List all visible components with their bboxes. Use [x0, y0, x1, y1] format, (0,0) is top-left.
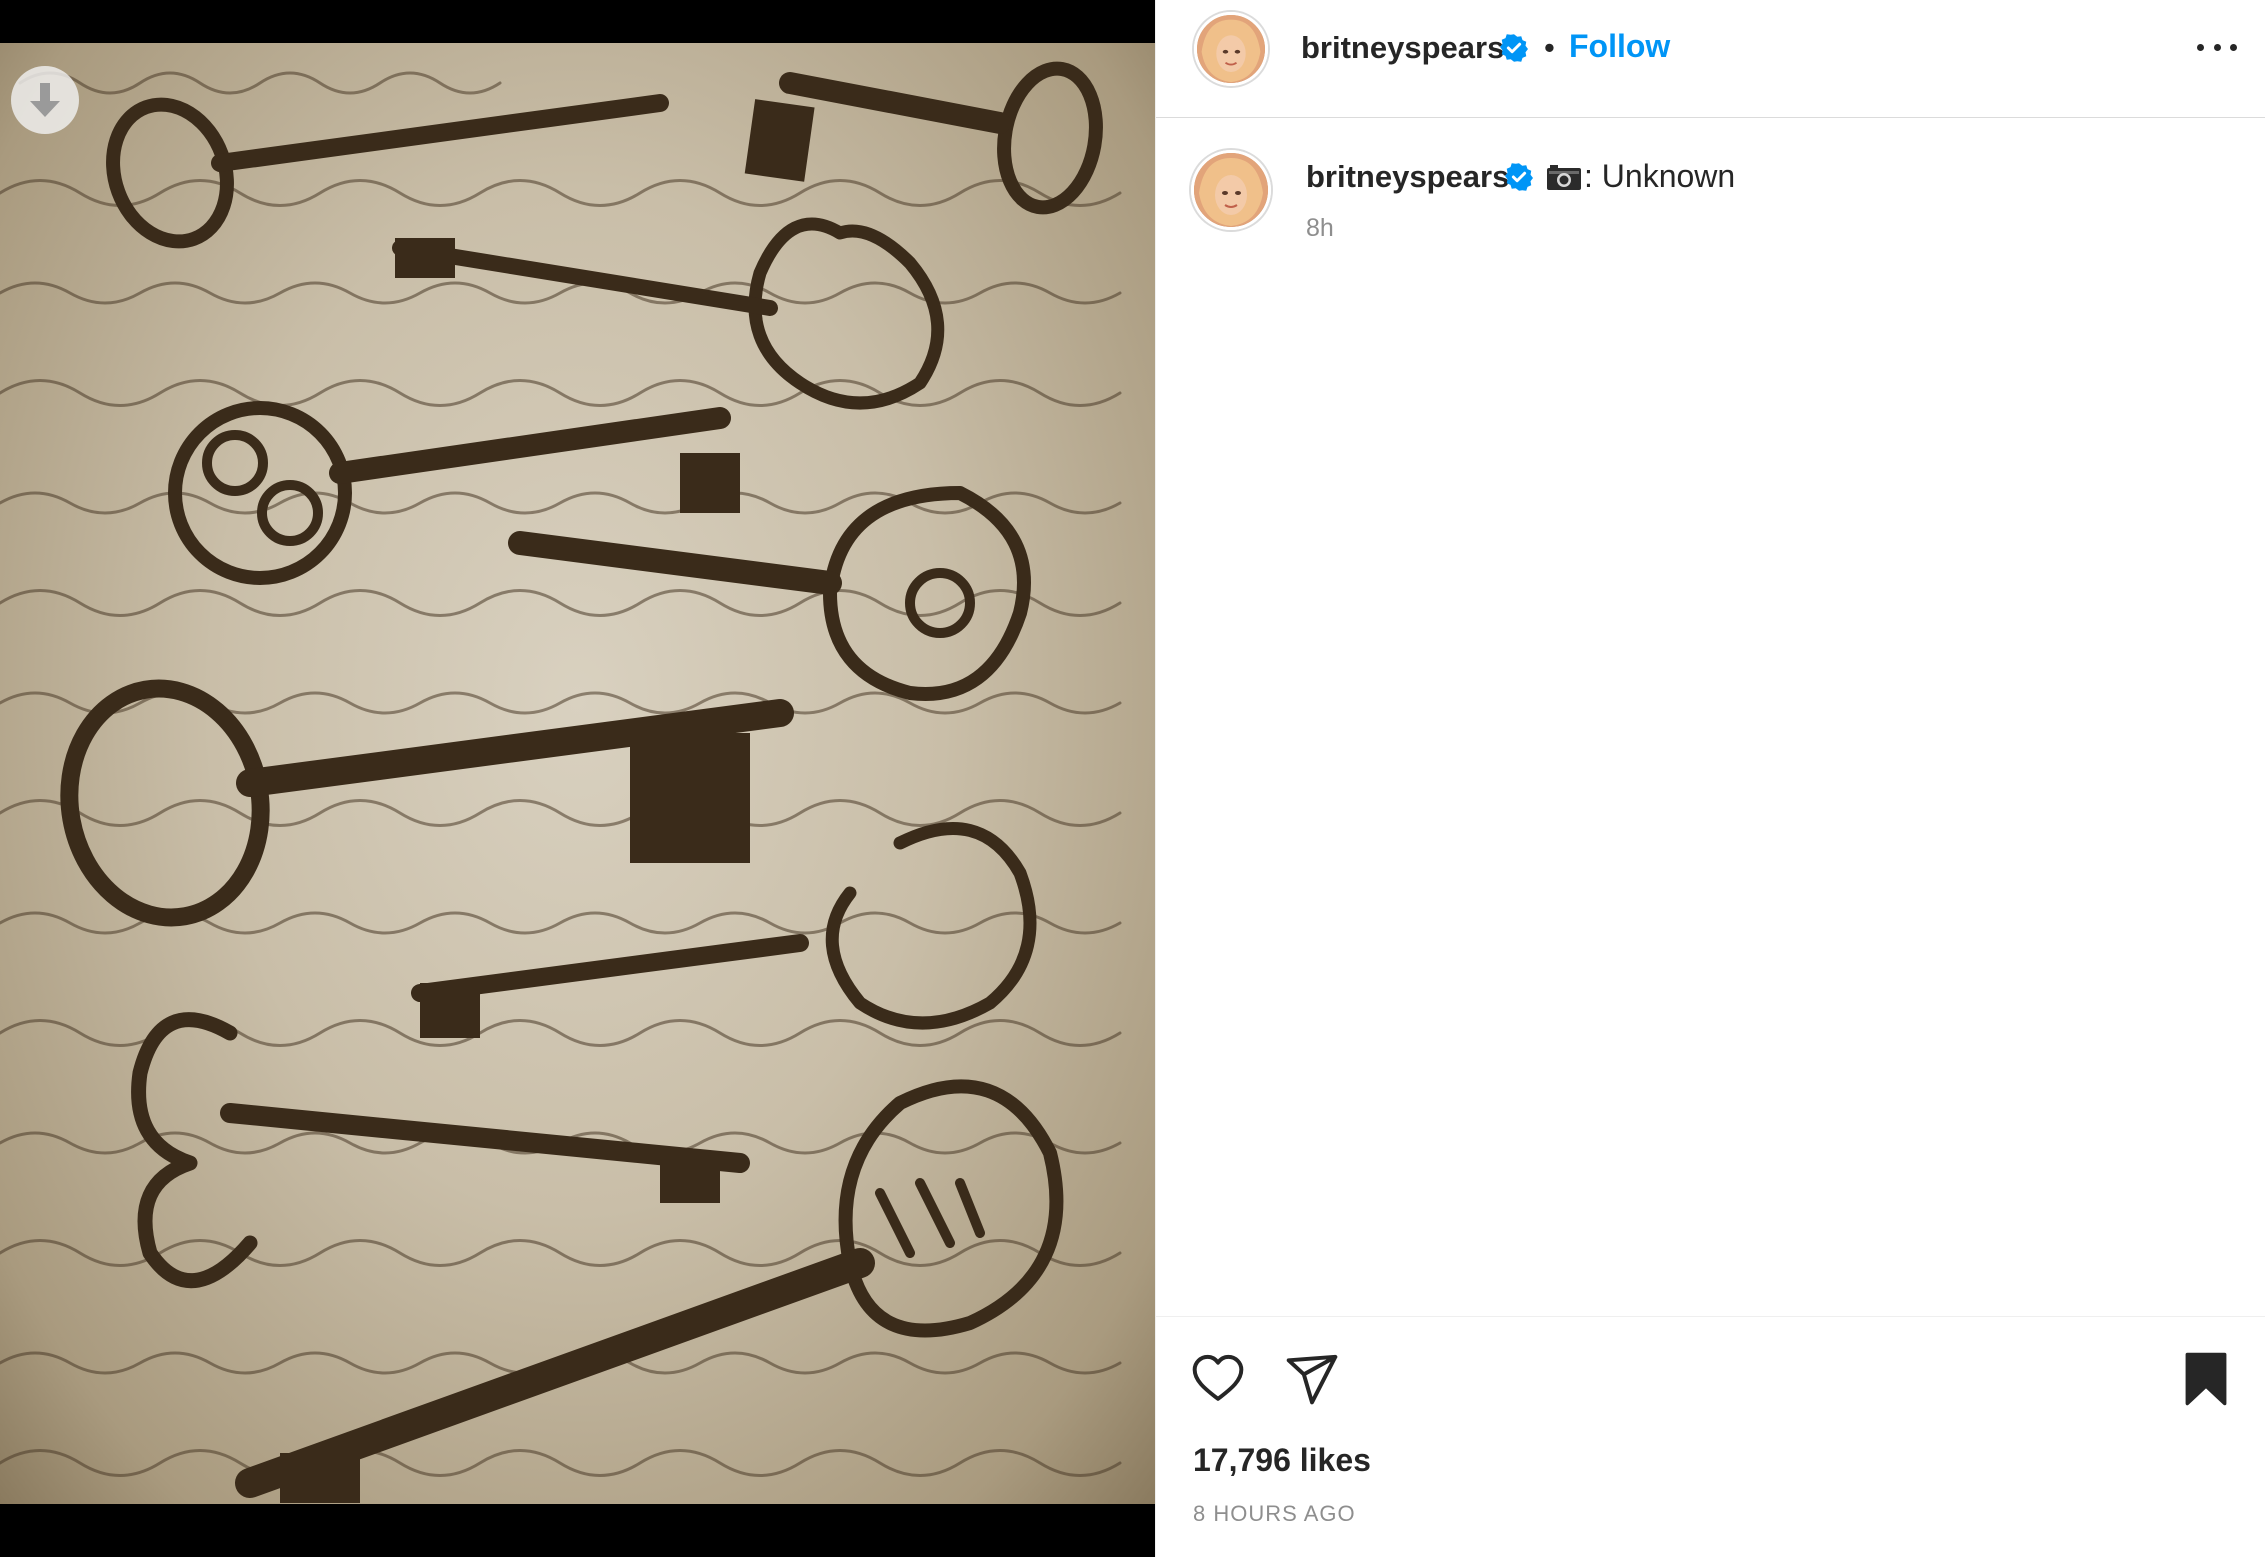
profile-photo-icon [1194, 153, 1268, 227]
more-options-button[interactable] [2197, 32, 2237, 62]
likes-count[interactable]: 17,796 likes [1193, 1442, 1371, 1479]
follow-button[interactable]: Follow [1569, 28, 1670, 65]
paper-plane-icon [1286, 1354, 1338, 1405]
caption-body: : Unknown [1584, 158, 1736, 194]
post-photo[interactable] [0, 43, 1155, 1504]
caption-text: : Unknown [1546, 158, 1735, 195]
download-button[interactable] [11, 66, 79, 134]
share-button[interactable] [1284, 1351, 1340, 1407]
separator-dot: • [1544, 30, 1555, 65]
arrow-down-icon [30, 83, 60, 117]
more-dot-icon [2197, 43, 2204, 51]
verified-badge-icon [1505, 163, 1533, 191]
media-pane [0, 0, 1155, 1557]
caption-timestamp[interactable]: 8h [1306, 214, 1334, 243]
heart-icon [1192, 1354, 1244, 1401]
caption-block: britneyspears : Unknown 8h [1156, 118, 2265, 1318]
camera-icon [1547, 164, 1581, 190]
verified-badge-icon [1500, 34, 1528, 62]
post-header: britneyspears • Follow [1156, 0, 2265, 118]
actions-bar: 17,796 likes 8 HOURS AGO [1156, 1316, 2265, 1557]
like-button[interactable] [1190, 1351, 1246, 1407]
save-button[interactable] [2181, 1351, 2231, 1407]
post-side-panel: britneyspears • Follow britneyspears: U… [1155, 0, 2265, 1557]
bookmark-icon [2185, 1352, 2227, 1406]
avatar[interactable] [1194, 12, 1268, 86]
avatar[interactable] [1191, 150, 1271, 230]
caption-username[interactable]: britneyspears [1306, 159, 1509, 195]
author-username[interactable]: britneyspears [1301, 30, 1504, 66]
profile-photo-icon [1197, 15, 1265, 83]
more-dot-icon [2230, 43, 2237, 51]
more-dot-icon [2213, 43, 2221, 51]
antique-keys-illustration [0, 61, 1122, 1503]
posted-time[interactable]: 8 HOURS AGO [1193, 1501, 1356, 1527]
